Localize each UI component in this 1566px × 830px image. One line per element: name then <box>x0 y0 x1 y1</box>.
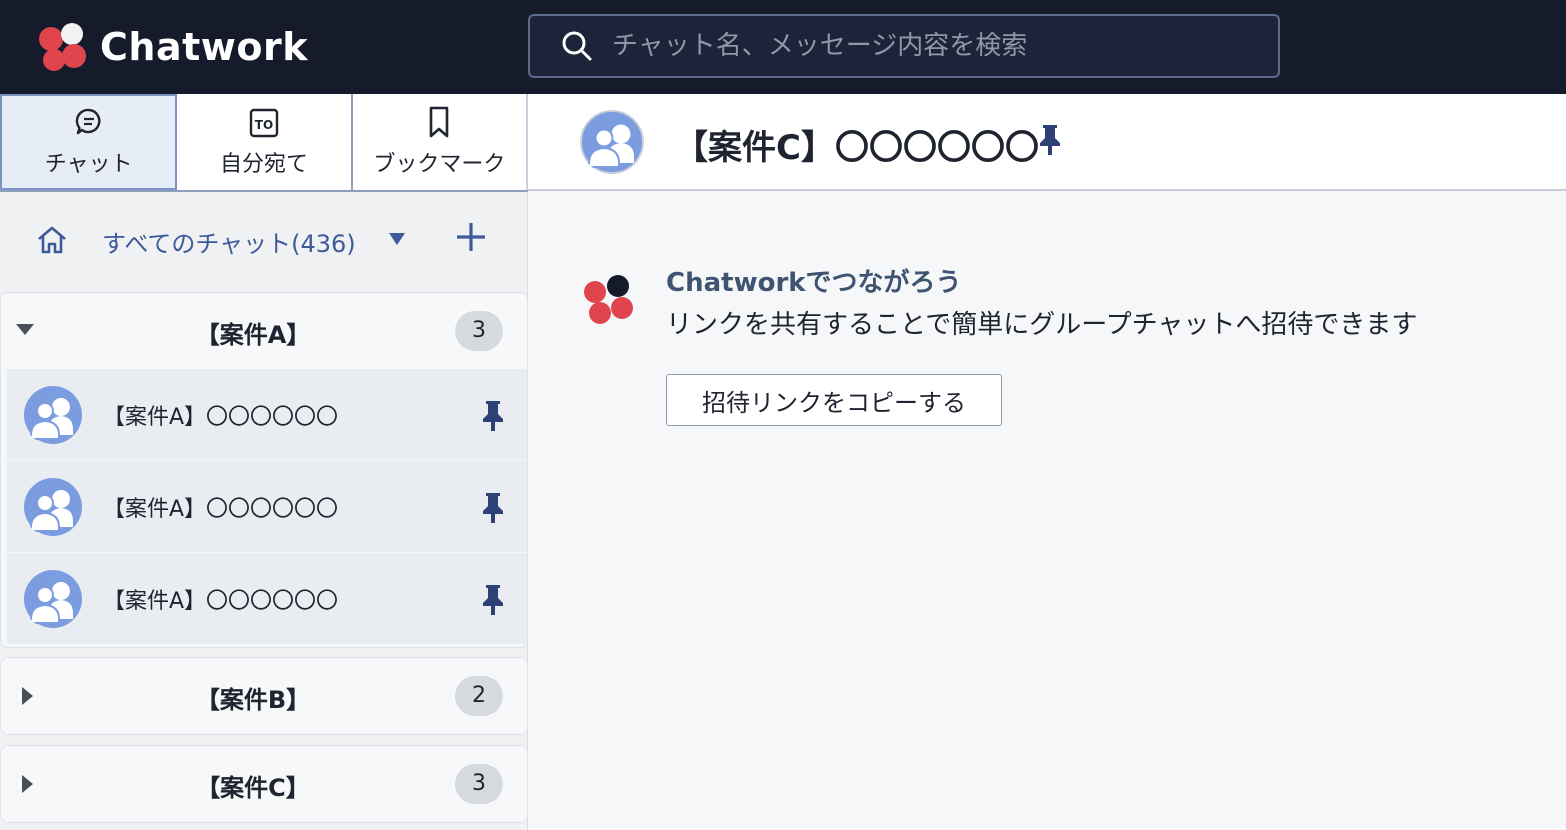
tab-bookmark[interactable]: ブックマーク <box>352 94 528 190</box>
chat-room-item[interactable]: 【案件A】〇〇〇〇〇〇 <box>7 369 527 461</box>
top-header: Chatwork <box>0 0 1566 94</box>
pin-icon[interactable] <box>481 491 505 525</box>
tab-bookmark-label: ブックマーク <box>373 152 506 177</box>
chat-room-name: 【案件A】〇〇〇〇〇〇 <box>103 589 339 614</box>
chatwork-logo-icon <box>584 275 633 324</box>
group-a: 【案件A】 3 【案件A】〇〇〇〇〇〇 【案件A】〇〇〇〇〇〇 【案件A】〇〇〇… <box>0 292 528 648</box>
group-name: 【案件A】 <box>195 321 311 349</box>
chatwork-logo[interactable]: Chatwork <box>34 18 308 76</box>
group-avatar-icon <box>24 386 82 444</box>
group-header[interactable]: 【案件C】 3 <box>1 746 527 822</box>
tab-chat-label: チャット <box>44 152 133 177</box>
pin-icon[interactable] <box>481 399 505 433</box>
sidebar-tabs: チャット TO 自分宛て ブックマーク <box>0 94 528 192</box>
search-input[interactable] <box>612 31 1252 61</box>
caret-down-icon[interactable] <box>388 232 406 246</box>
chat-room-item[interactable]: 【案件A】〇〇〇〇〇〇 <box>7 461 527 553</box>
chat-bubble-icon <box>75 108 101 135</box>
invite-title: Chatworkでつながろう <box>666 268 962 298</box>
brand-name: Chatwork <box>100 25 308 69</box>
chat-room-name: 【案件A】〇〇〇〇〇〇 <box>103 405 339 430</box>
chatwork-logo-icon <box>39 23 86 71</box>
chat-list-sidebar: すべてのチャット(436) 【案件A】 3 【案件A】〇〇〇〇〇〇 【案件A】〇… <box>0 192 528 830</box>
svg-text:TO: TO <box>255 118 273 132</box>
group-name: 【案件B】 <box>195 686 311 714</box>
invite-description: リンクを共有することで簡単にグループチャットへ招待できます <box>666 310 1418 340</box>
group-c: 【案件C】 3 <box>0 745 528 823</box>
home-icon[interactable] <box>36 224 68 256</box>
group-header[interactable]: 【案件A】 3 <box>1 293 527 369</box>
add-chat-icon[interactable] <box>454 220 488 254</box>
group-name: 【案件C】 <box>196 774 310 802</box>
group-avatar-icon[interactable] <box>580 110 644 174</box>
chat-filter-dropdown[interactable]: すべてのチャット(436) <box>102 224 356 259</box>
group-avatar-icon <box>24 478 82 536</box>
room-header: 【案件C】〇〇〇〇〇〇 <box>528 94 1566 191</box>
group-header[interactable]: 【案件B】 2 <box>1 658 527 734</box>
pin-icon[interactable] <box>1038 122 1062 158</box>
search-icon <box>562 31 592 61</box>
pin-icon[interactable] <box>481 583 505 617</box>
chat-room-name: 【案件A】〇〇〇〇〇〇 <box>103 497 339 522</box>
group-count-badge: 3 <box>455 311 503 351</box>
group-avatar-icon <box>24 570 82 628</box>
bookmark-icon <box>430 106 449 138</box>
group-count-badge: 3 <box>455 764 503 804</box>
group-b: 【案件B】 2 <box>0 657 528 735</box>
group-count-badge: 2 <box>455 676 503 716</box>
copy-invite-link-button[interactable]: 招待リンクをコピーする <box>666 374 1002 426</box>
to-icon: TO <box>249 108 279 138</box>
chat-filter-bar: すべてのチャット(436) <box>0 192 528 288</box>
room-title: 【案件C】〇〇〇〇〇〇 <box>674 128 1039 168</box>
search-box[interactable] <box>528 14 1280 78</box>
tab-to-me[interactable]: TO 自分宛て <box>177 94 353 190</box>
chat-room-item[interactable]: 【案件A】〇〇〇〇〇〇 <box>7 553 527 645</box>
tab-chat[interactable]: チャット <box>0 94 178 190</box>
tab-to-me-label: 自分宛て <box>219 152 308 177</box>
